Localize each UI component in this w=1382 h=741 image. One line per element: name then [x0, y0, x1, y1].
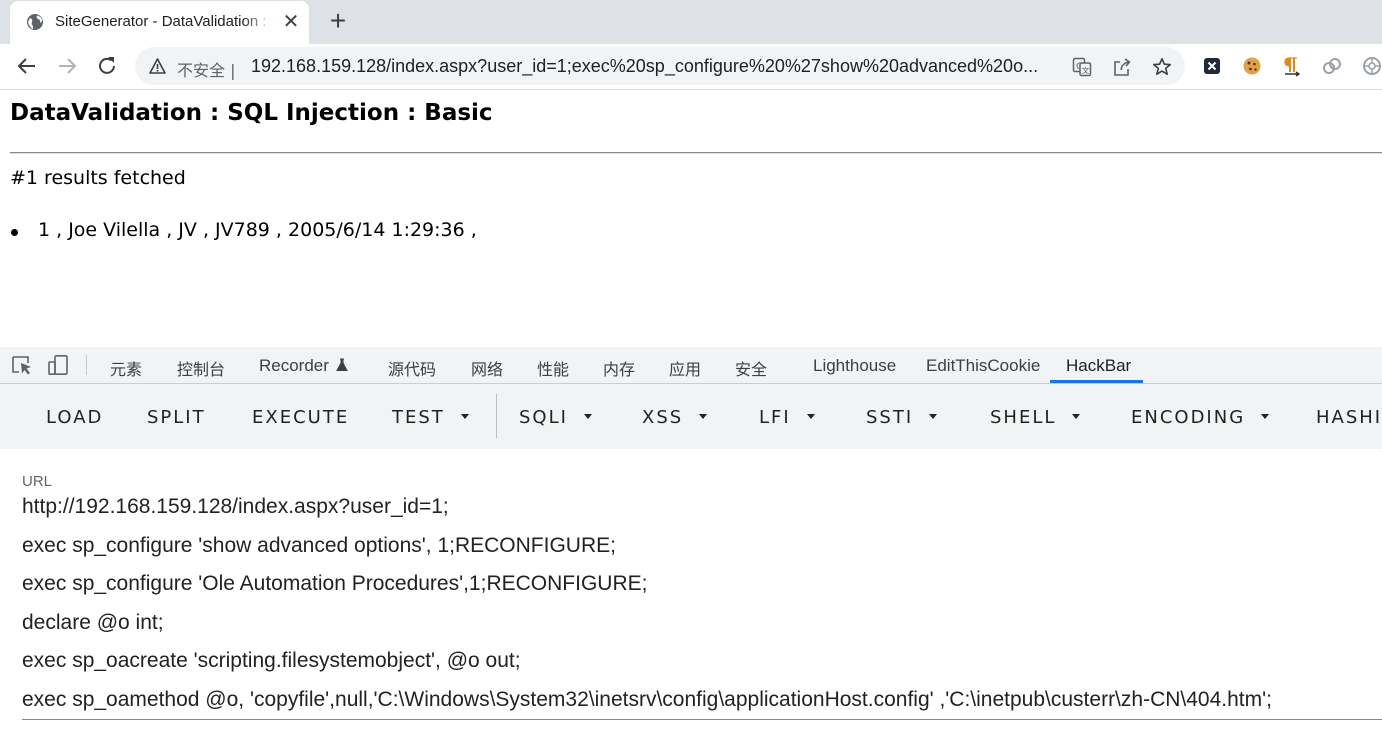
- split-button[interactable]: SPLIT: [147, 407, 206, 428]
- url-textarea[interactable]: http://192.168.159.128/index.aspx?user_i…: [22, 494, 1272, 726]
- tab-recorder[interactable]: Recorder: [259, 356, 349, 376]
- url-line: exec sp_oacreate 'scripting.filesystemob…: [22, 649, 521, 673]
- ssti-dropdown[interactable]: SSTI: [866, 407, 938, 428]
- back-icon[interactable]: [15, 54, 39, 78]
- test-label: TEST: [392, 407, 445, 428]
- caret-down-icon: [929, 413, 938, 419]
- forward-icon[interactable]: [55, 54, 79, 78]
- browser-toolbar: 不安全 | 192.168.159.128/index.aspx?user_id…: [0, 44, 1382, 90]
- caret-down-icon: [806, 413, 815, 419]
- tab-lighthouse[interactable]: Lighthouse: [813, 356, 896, 376]
- close-tab-icon[interactable]: ✕: [281, 12, 301, 32]
- hackbar-separator: [496, 394, 497, 438]
- tab-hackbar[interactable]: HackBar: [1066, 356, 1131, 376]
- shell-label: SHELL: [990, 407, 1057, 428]
- result-list: 1 , Joe Vilella , JV , JV789 , 2005/6/14…: [10, 219, 477, 241]
- cookie-icon[interactable]: [1241, 55, 1263, 77]
- x-extension-icon[interactable]: [1201, 55, 1223, 77]
- test-dropdown[interactable]: TEST: [392, 407, 469, 428]
- device-toolbar-icon[interactable]: [48, 355, 70, 375]
- new-tab-button[interactable]: +: [325, 7, 351, 35]
- translate-icon[interactable]: G 文: [1072, 57, 1092, 77]
- tab-memory[interactable]: 内存: [603, 356, 635, 380]
- warning-icon[interactable]: [149, 58, 166, 74]
- tab-console[interactable]: 控制台: [177, 356, 225, 380]
- hackbar-toolbar: LOAD SPLIT EXECUTE TEST SQLI XSS LFI SST…: [0, 384, 1382, 449]
- xss-dropdown[interactable]: XSS: [642, 407, 708, 428]
- load-button[interactable]: LOAD: [46, 407, 103, 428]
- tab-editthiscookie[interactable]: EditThisCookie: [926, 356, 1040, 376]
- xss-label: XSS: [642, 407, 684, 428]
- url-line: exec sp_configure 'show advanced options…: [22, 533, 616, 557]
- url-line: declare @o int;: [22, 610, 164, 634]
- globe-icon: [27, 14, 43, 30]
- reload-icon[interactable]: [95, 54, 119, 78]
- sqli-dropdown[interactable]: SQLI: [519, 407, 592, 428]
- ssti-label: SSTI: [866, 407, 914, 428]
- tab-title: SiteGenerator - DataValidation : SQL Inj…: [55, 13, 273, 30]
- result-item: 1 , Joe Vilella , JV , JV789 , 2005/6/14…: [10, 219, 477, 241]
- pilcrow-icon[interactable]: [1281, 55, 1303, 77]
- caret-down-icon: [1072, 413, 1081, 419]
- inspect-element-icon[interactable]: [11, 355, 33, 375]
- tab-security[interactable]: 安全: [735, 356, 767, 380]
- tab-application[interactable]: 应用: [669, 356, 701, 380]
- shell-dropdown[interactable]: SHELL: [990, 407, 1081, 428]
- url-field-underline: [22, 719, 1382, 720]
- devtools-tab-bar: 元素 控制台 Recorder 源代码 网络 性能 内存 应用 安全 Light…: [0, 347, 1382, 384]
- tab-recorder-label: Recorder: [259, 356, 329, 375]
- caret-down-icon: [460, 413, 469, 419]
- active-tab-indicator: [1050, 380, 1143, 383]
- flask-icon: [336, 358, 348, 371]
- sqli-label: SQLI: [519, 407, 568, 428]
- caret-down-icon: [699, 413, 708, 419]
- browser-tab[interactable]: SiteGenerator - DataValidation : SQL Inj…: [10, 1, 309, 44]
- address-bar[interactable]: 不安全 | 192.168.159.128/index.aspx?user_id…: [135, 47, 1185, 85]
- security-status-label[interactable]: 不安全 |: [177, 57, 235, 81]
- bookmark-star-icon[interactable]: [1152, 57, 1172, 77]
- horizontal-divider: [10, 152, 1382, 154]
- gear-flower-icon[interactable]: [1361, 55, 1382, 77]
- hashing-dropdown[interactable]: HASHI: [1316, 407, 1382, 428]
- execute-button[interactable]: EXECUTE: [252, 407, 349, 428]
- caret-down-icon: [583, 413, 592, 419]
- url-field-label: URL: [22, 473, 53, 490]
- caret-down-icon: [1261, 413, 1270, 419]
- page-title: DataValidation : SQL Injection : Basic: [10, 100, 493, 126]
- encoding-dropdown[interactable]: ENCODING: [1131, 407, 1270, 428]
- result-count: #1 results fetched: [10, 167, 186, 189]
- lfi-label: LFI: [759, 407, 791, 428]
- encoding-label: ENCODING: [1131, 407, 1246, 428]
- tab-sources[interactable]: 源代码: [388, 356, 436, 380]
- share-icon[interactable]: [1112, 57, 1132, 77]
- browser-tab-strip: SiteGenerator - DataValidation : SQL Inj…: [0, 0, 1382, 44]
- chain-link-icon[interactable]: [1321, 55, 1343, 77]
- url-text[interactable]: 192.168.159.128/index.aspx?user_id=1;exe…: [251, 56, 1066, 77]
- url-line: http://192.168.159.128/index.aspx?user_i…: [22, 495, 449, 518]
- devtools-separator: [86, 355, 87, 375]
- svg-text:文: 文: [1082, 65, 1090, 75]
- tab-elements[interactable]: 元素: [110, 356, 142, 380]
- url-line: exec sp_configure 'Ole Automation Proced…: [22, 572, 648, 596]
- tab-network[interactable]: 网络: [471, 356, 503, 380]
- tab-performance[interactable]: 性能: [537, 356, 569, 380]
- lfi-dropdown[interactable]: LFI: [759, 407, 815, 428]
